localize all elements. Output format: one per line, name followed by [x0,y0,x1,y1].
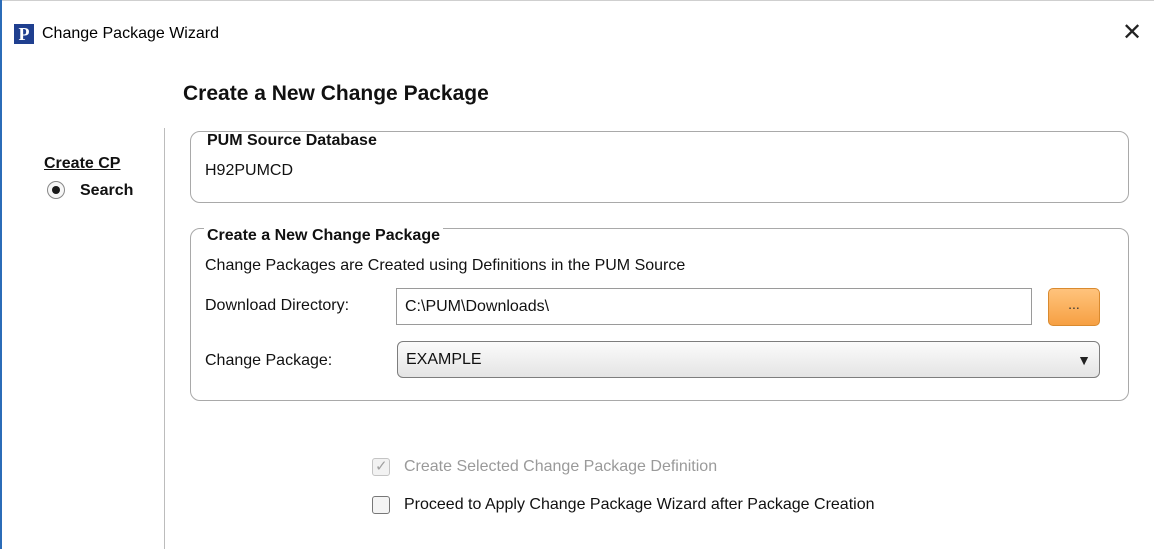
browse-button[interactable]: ... [1048,288,1100,326]
change-package-selected-value: EXAMPLE [406,351,482,368]
page-title: Create a New Change Package [183,82,489,105]
change-package-select[interactable]: EXAMPLE ▼ [397,341,1100,378]
change-package-legend: Create a New Change Package [204,227,443,245]
create-definition-checkbox[interactable]: ✓ [372,458,390,476]
proceed-apply-label[interactable]: Proceed to Apply Change Package Wizard a… [404,496,875,514]
change-package-label: Change Package: [205,352,333,369]
dropdown-arrow-icon[interactable]: ▼ [1077,351,1091,369]
proceed-apply-checkbox[interactable] [372,496,390,514]
window-left-border [0,0,2,549]
source-database-value: H92PUMCD [205,162,294,179]
create-definition-label: Create Selected Change Package Definitio… [404,458,718,475]
change-package-description: Change Packages are Created using Defini… [205,257,686,274]
source-database-legend: PUM Source Database [204,132,380,150]
nav-step-search[interactable]: Search [80,181,133,201]
close-icon: ✕ [1121,19,1143,46]
window-title: Change Package Wizard [42,25,219,42]
checkmark-icon: ✓ [375,458,388,475]
download-directory-label: Download Directory: [205,297,350,314]
download-directory-input[interactable] [396,288,1032,325]
app-logo-icon: P [14,24,34,44]
nav-divider [164,128,165,549]
nav-section-title[interactable]: Create CP [44,155,120,173]
close-button[interactable]: ✕ [1116,18,1148,50]
nav-step-radio-icon [47,181,65,199]
title-bar: P Change Package Wizard ✕ [2,0,1154,66]
